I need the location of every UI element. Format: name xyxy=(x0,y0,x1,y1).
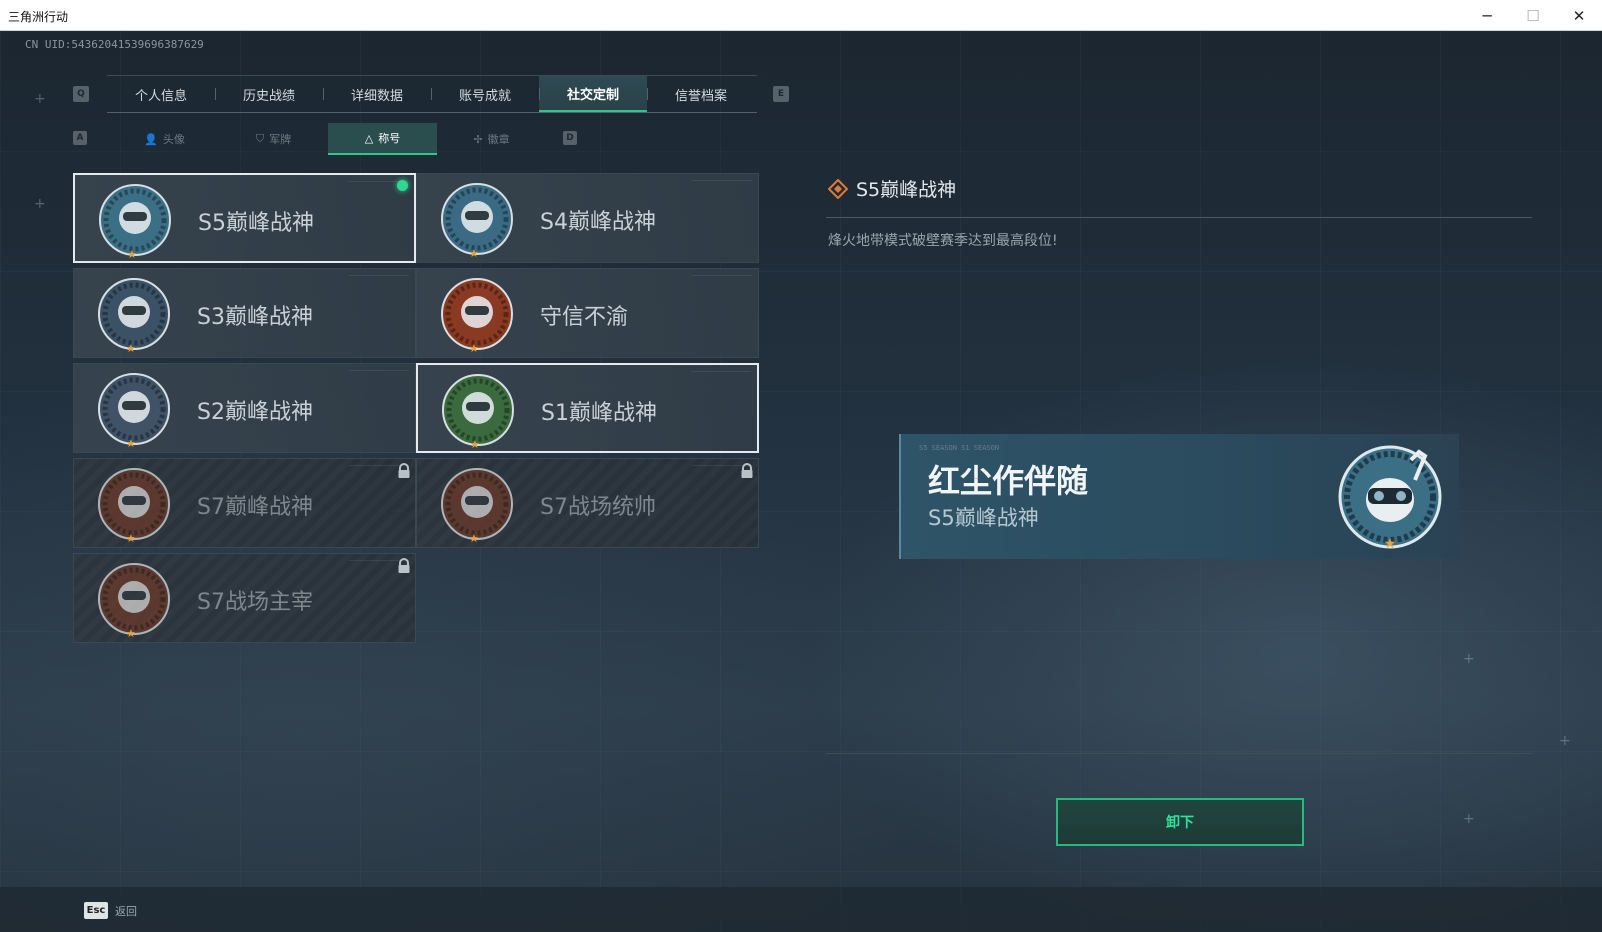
nameplate-season-text: S5 SEASON S1 SEASON xyxy=(919,444,1000,452)
detail-header: S5巅峰战神 xyxy=(828,175,956,202)
title-card[interactable]: ★ S1巅峰战神 xyxy=(416,363,759,453)
night-vision-helmet-badge-icon xyxy=(439,181,515,257)
nameplate-player-name: 红尘作伴随 xyxy=(928,462,1089,500)
subtab-dogtag[interactable]: ⛉ 军牌 xyxy=(219,123,328,155)
title-card[interactable]: ★ 守信不渝 xyxy=(416,268,759,358)
tab-stats[interactable]: 详细数据 xyxy=(323,76,431,112)
rank-star-icon: ★ xyxy=(469,247,479,260)
armored-vehicle-badge-icon xyxy=(439,466,515,542)
nameplate-preview: S5 SEASON S1 SEASON 红尘作伴随 S5巅峰战神 ★ xyxy=(899,434,1459,559)
prev-subtab-key-hint[interactable]: A xyxy=(73,131,87,145)
title-card-label: S5巅峰战神 xyxy=(198,211,314,236)
equipped-indicator xyxy=(397,180,408,191)
diamond-title-icon xyxy=(828,178,848,199)
detail-description: 烽火地带模式破壁赛季达到最高段位! xyxy=(828,233,1058,249)
title-card-label: S7巅峰战神 xyxy=(197,495,313,520)
minimize-button[interactable]: ─ xyxy=(1464,0,1510,31)
rank-star-icon: ★ xyxy=(469,532,479,545)
subtab-avatar[interactable]: 👤 头像 xyxy=(110,123,219,155)
subtab-emblem-label: 徽章 xyxy=(487,133,510,146)
subtab-title-label: 称号 xyxy=(378,132,401,145)
detail-bottom-divider xyxy=(826,753,1532,754)
rank-star-icon: ★ xyxy=(127,248,137,261)
diver-skull-badge-icon: ★ xyxy=(1338,445,1442,552)
rank-star-icon: ★ xyxy=(126,532,136,545)
card-decoration-line xyxy=(692,275,752,276)
next-subtab-key-hint[interactable]: D xyxy=(563,131,577,145)
subtab-dogtag-label: 军牌 xyxy=(269,133,292,146)
tab-achievements[interactable]: 账号成就 xyxy=(431,76,539,112)
triangle-icon: △ xyxy=(364,131,374,145)
rank-star-icon: ★ xyxy=(470,438,480,451)
title-card[interactable]: ★ S5巅峰战神 xyxy=(73,173,416,263)
lock-icon xyxy=(740,463,754,479)
maximize-button[interactable]: ☐ xyxy=(1510,0,1556,31)
lock-icon xyxy=(397,558,411,574)
dogtag-icon: ⛉ xyxy=(255,132,265,145)
crossbow-badge-icon xyxy=(96,466,172,542)
rank-star-icon: ★ xyxy=(126,342,136,355)
title-card-label: S2巅峰战神 xyxy=(197,400,313,425)
card-decoration-line xyxy=(692,180,752,181)
armillary-skull-badge-icon xyxy=(96,276,172,352)
title-card-label: S7战场主宰 xyxy=(197,590,313,615)
tab-social-customization[interactable]: 社交定制 xyxy=(539,76,647,112)
svg-text:★: ★ xyxy=(1384,536,1397,552)
detail-divider xyxy=(826,217,1532,218)
title-card[interactable]: ★ S7战场统帅 xyxy=(416,458,759,548)
triangle-emblem-badge-icon xyxy=(96,371,172,447)
subtab-emblem[interactable]: ✢ 徽章 xyxy=(437,123,546,155)
title-card[interactable]: ★ S2巅峰战神 xyxy=(73,363,416,453)
rank-star-icon: ★ xyxy=(126,437,136,450)
esc-key-hint[interactable]: Esc xyxy=(84,902,108,919)
tab-profile[interactable]: 个人信息 xyxy=(107,76,215,112)
warrior-face-badge-icon xyxy=(96,561,172,637)
close-button[interactable]: ✕ xyxy=(1556,0,1602,31)
back-label[interactable]: 返回 xyxy=(115,903,137,919)
crosshair-decoration-icon: + xyxy=(34,196,46,212)
card-decoration-line xyxy=(349,370,409,371)
title-card-label: 守信不渝 xyxy=(540,305,629,330)
user-uid: CN UID:5436204153969638762​9 xyxy=(25,38,204,51)
unequip-button[interactable]: 卸下 xyxy=(1056,798,1304,846)
card-decoration-line xyxy=(691,371,751,372)
crocodile-badge-icon xyxy=(440,372,516,448)
bottom-bar: Esc 返回 xyxy=(0,887,1602,932)
title-card[interactable]: ★ S3巅峰战神 xyxy=(73,268,416,358)
subtab-title[interactable]: △ 称号 xyxy=(328,123,437,155)
title-card[interactable]: ★ S7战场主宰 xyxy=(73,553,416,643)
sub-tab-bar: 👤 头像 ⛉ 军牌 △ 称号 ✢ 徽章 xyxy=(110,123,546,155)
nameplate-title: S5巅峰战神 xyxy=(928,506,1039,530)
prev-tab-key-hint[interactable]: Q xyxy=(73,86,89,102)
title-card[interactable]: ★ S4巅峰战神 xyxy=(416,173,759,263)
rank-star-icon: ★ xyxy=(469,342,479,355)
game-screen: CN UID:5436204153969638762​9 + + + + + Q… xyxy=(0,31,1602,932)
subtab-avatar-label: 头像 xyxy=(162,133,185,146)
lock-icon xyxy=(397,463,411,479)
title-card-label: S3巅峰战神 xyxy=(197,305,313,330)
next-tab-key-hint[interactable]: E xyxy=(773,86,789,102)
crosshair-decoration-icon: + xyxy=(34,91,46,107)
crosshair-decoration-icon: + xyxy=(1463,811,1475,827)
crosshair-decoration-icon: + xyxy=(1463,651,1475,667)
window-title: 三角洲行动 xyxy=(8,10,69,24)
emblem-icon: ✢ xyxy=(473,132,483,146)
rank-star-icon: ★ xyxy=(126,627,136,640)
title-card-label: S4巅峰战神 xyxy=(540,210,656,235)
card-decoration-line xyxy=(349,275,409,276)
title-card-label: S1巅峰战神 xyxy=(541,401,657,426)
scales-badge-icon xyxy=(439,276,515,352)
person-icon: 👤 xyxy=(144,132,158,146)
window-titlebar: 三角洲行动 ─ ☐ ✕ xyxy=(0,0,1602,31)
title-card[interactable]: ★ S7巅峰战神 xyxy=(73,458,416,548)
title-card-label: S7战场统帅 xyxy=(540,495,656,520)
detail-title: S5巅峰战神 xyxy=(856,179,957,201)
tab-history[interactable]: 历史战绩 xyxy=(215,76,323,112)
main-tab-bar: 个人信息 历史战绩 详细数据 账号成就 社交定制 信誉档案 xyxy=(107,75,757,113)
diver-skull-badge-icon xyxy=(97,182,173,258)
crosshair-decoration-icon: + xyxy=(1559,733,1571,749)
tab-reputation[interactable]: 信誉档案 xyxy=(647,76,755,112)
